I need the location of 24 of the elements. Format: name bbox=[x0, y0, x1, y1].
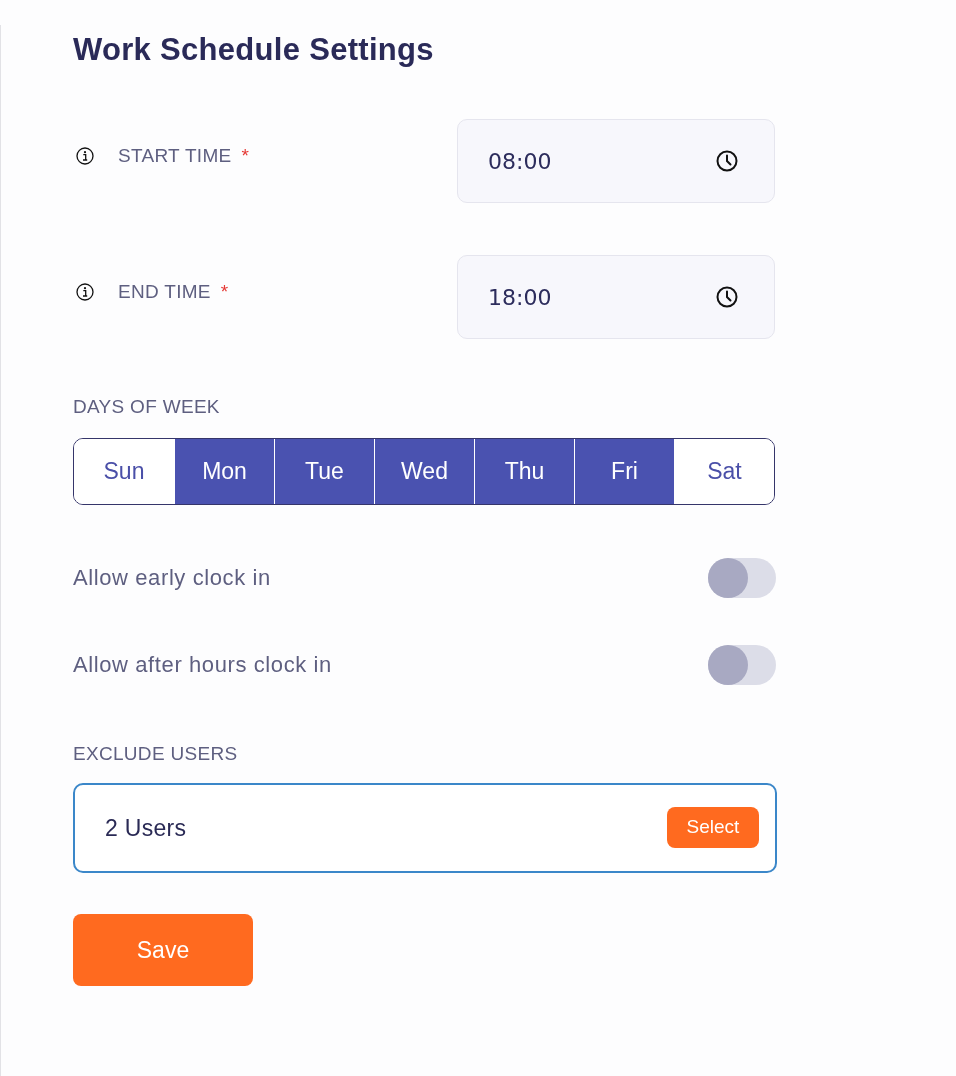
day-toggle[interactable]: Fri bbox=[574, 439, 674, 504]
day-toggle[interactable]: Mon bbox=[174, 439, 274, 504]
field-label: START TIME bbox=[118, 145, 232, 167]
time-field[interactable]: 08:00 bbox=[457, 119, 775, 203]
required-mark: * bbox=[220, 281, 229, 303]
day-toggle[interactable]: Wed bbox=[374, 439, 474, 504]
users-field[interactable]: 2 Users Select bbox=[73, 783, 777, 873]
clock-icon bbox=[716, 286, 738, 308]
field-label: END TIME bbox=[118, 281, 211, 303]
time-field[interactable]: 18:00 bbox=[457, 255, 775, 339]
toggle-label: Allow after hours clock in bbox=[73, 652, 332, 678]
toggle-switch[interactable] bbox=[708, 558, 776, 598]
users-value: 2 Users bbox=[105, 814, 187, 842]
info-icon bbox=[76, 147, 94, 165]
day-toggle[interactable]: Tue bbox=[274, 439, 374, 504]
required-mark: * bbox=[241, 145, 249, 167]
page-title: Work Schedule Settings bbox=[73, 31, 434, 69]
section-label: DAYS OF WEEK bbox=[73, 396, 220, 418]
toggle-label: Allow early clock in bbox=[73, 565, 271, 591]
clock-icon bbox=[716, 150, 738, 172]
toggle-switch[interactable] bbox=[708, 645, 776, 685]
info-icon bbox=[76, 283, 94, 301]
day-toggle[interactable]: Thu bbox=[474, 439, 574, 504]
section-label: EXCLUDE USERS bbox=[73, 743, 238, 765]
